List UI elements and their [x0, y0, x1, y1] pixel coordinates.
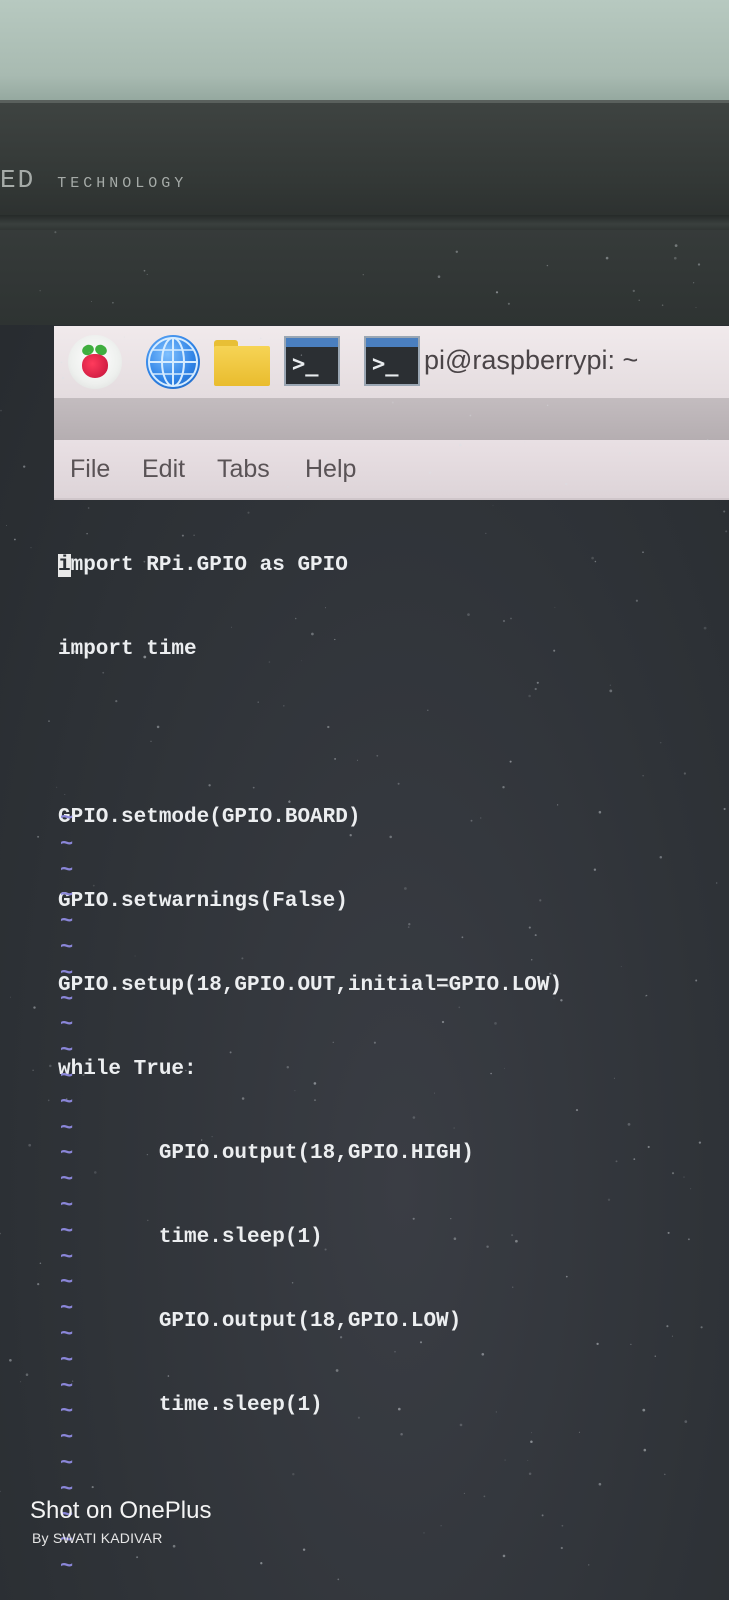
taskbar: >_ >_ pi@raspberrypi: ~ [54, 326, 729, 399]
code-line: GPIO.setup(18,GPIO.OUT,initial=GPIO.LOW) [58, 974, 563, 997]
empty-line-tilde: ~ [60, 1167, 74, 1193]
window-titlebar [54, 398, 729, 440]
menu-help[interactable]: Help [305, 450, 356, 488]
desktop-background [0, 230, 729, 325]
folder-body [214, 346, 270, 386]
wall-background [0, 0, 729, 108]
empty-line-tilde: ~ [60, 1347, 74, 1373]
text-cursor: i [58, 554, 71, 577]
code-line: time.sleep(1) [58, 1394, 323, 1417]
terminal-window-icon-titlebar [366, 338, 418, 347]
code-line: GPIO.setwarnings(False) [58, 890, 348, 913]
globe-lines-icon [148, 337, 198, 387]
raspberry-pi-menu-icon[interactable] [68, 335, 122, 389]
empty-line-tilde: ~ [60, 986, 74, 1012]
empty-line-tilde: ~ [60, 1425, 74, 1451]
empty-line-tilde: ~ [60, 1450, 74, 1476]
menu-edit[interactable]: Edit [142, 450, 185, 488]
empty-line-tilde: ~ [60, 1012, 74, 1038]
empty-line-tilde: ~ [60, 1296, 74, 1322]
empty-line-tilde: ~ [60, 883, 74, 909]
terminal-window-icon[interactable]: >_ [364, 336, 420, 386]
menu-file[interactable]: File [70, 450, 110, 488]
editor-code-area[interactable]: import RPi.GPIO as GPIO import time GPIO… [58, 496, 718, 1448]
terminal-window-prompt-glyph: >_ [372, 352, 399, 377]
watermark-subtitle: By SWATI KADIVAR [32, 1530, 163, 1546]
empty-line-tilde: ~ [60, 934, 74, 960]
monitor-brand-label: ED TECHNOLOGY [0, 165, 187, 195]
empty-line-tilde: ~ [60, 1063, 74, 1089]
empty-line-tilde: ~ [60, 831, 74, 857]
empty-line-tilde: ~ [60, 1038, 74, 1064]
code-line: while True: [58, 1058, 197, 1081]
terminal-prompt-glyph: >_ [292, 352, 319, 377]
empty-line-tilde: ~ [60, 1115, 74, 1141]
empty-line-tilde: ~ [60, 960, 74, 986]
empty-line-tilde: ~ [60, 1218, 74, 1244]
empty-line-tilde: ~ [60, 1399, 74, 1425]
brand-logo-text: ED [0, 165, 36, 195]
terminal-menubar: File Edit Tabs Help [54, 440, 729, 500]
terminal-icon[interactable]: >_ [284, 336, 340, 386]
code-line: time.sleep(1) [58, 1226, 323, 1249]
empty-line-tilde: ~ [60, 806, 74, 831]
empty-line-tilde: ~ [60, 1192, 74, 1218]
raspberry-berry-icon [82, 354, 108, 378]
brand-technology-text: TECHNOLOGY [57, 175, 188, 192]
terminal-icon-titlebar [286, 338, 338, 347]
file-manager-folder-icon[interactable] [214, 340, 270, 386]
empty-line-tilde: ~ [60, 1554, 74, 1580]
code-line: GPIO.output(18,GPIO.HIGH) [58, 1142, 474, 1165]
empty-line-tilde: ~ [60, 1321, 74, 1347]
empty-line-tilde: ~ [60, 857, 74, 883]
code-line: import time [58, 638, 197, 661]
code-line: GPIO.output(18,GPIO.LOW) [58, 1310, 462, 1333]
code-line: GPIO.setmode(GPIO.BOARD) [58, 806, 361, 829]
empty-line-tilde: ~ [60, 1244, 74, 1270]
web-browser-globe-icon[interactable] [146, 335, 200, 389]
empty-line-markers: ~ ~ ~ ~ ~ ~ ~ ~ ~ ~ ~ ~ ~ ~ ~ ~ ~ ~ ~ ~ ~ ~ ~ ~ ~ ~ ~ ~ ~ ~ [60, 806, 90, 1580]
menu-tabs[interactable]: Tabs [217, 450, 270, 488]
monitor-bezel: ED TECHNOLOGY [0, 100, 729, 233]
code-line: import RPi.GPIO as GPIO [58, 552, 718, 580]
empty-line-tilde: ~ [60, 1270, 74, 1296]
empty-line-tilde: ~ [60, 1089, 74, 1115]
empty-line-tilde: ~ [60, 909, 74, 935]
code-line-text: mport RPi.GPIO as GPIO [70, 554, 348, 577]
empty-line-tilde: ~ [60, 1373, 74, 1399]
empty-line-tilde: ~ [60, 1141, 74, 1167]
watermark-title: Shot on OnePlus [30, 1497, 212, 1524]
window-title[interactable]: pi@raspberrypi: ~ [424, 338, 638, 382]
